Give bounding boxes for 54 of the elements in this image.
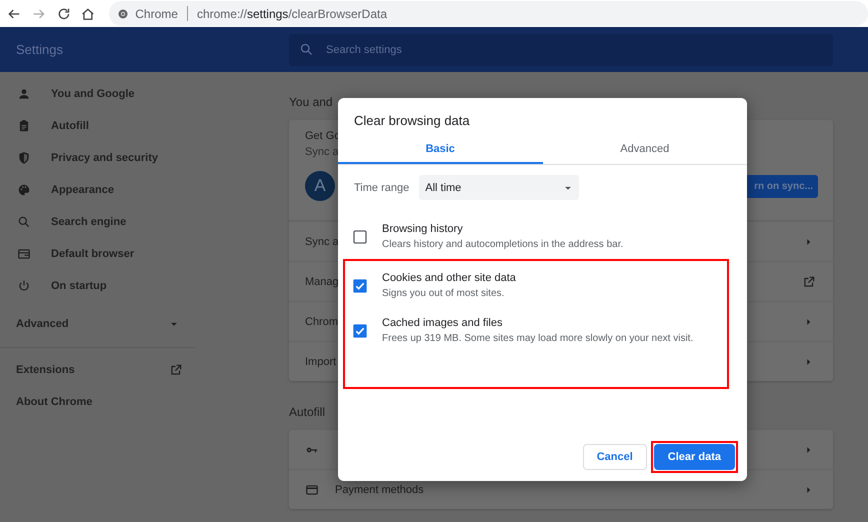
- row-label: Payment methods: [335, 484, 424, 496]
- card-subtitle: Sync a: [305, 146, 339, 158]
- option-title: Cached images and files: [382, 316, 504, 330]
- section-heading: You and: [289, 95, 334, 111]
- site-label: Chrome: [135, 6, 178, 20]
- row-label: Chrom: [305, 316, 338, 328]
- sidebar-section-toggle[interactable]: Advanced: [0, 304, 195, 344]
- url-text: chrome://settings/clearBrowserData: [196, 6, 388, 20]
- checkbox[interactable]: [352, 228, 368, 244]
- person-icon: [17, 87, 31, 101]
- sidebar-item[interactable]: Default browser: [0, 238, 195, 270]
- search-field[interactable]: Search settings: [289, 34, 833, 66]
- avatar: A: [305, 171, 335, 201]
- credit-card-icon: [305, 482, 319, 496]
- sidebar-link[interactable]: Extensions: [0, 354, 195, 386]
- dialog-title: Clear browsing data: [353, 112, 471, 130]
- option-title: Cookies and other site data: [382, 270, 516, 286]
- page-title: Settings: [16, 42, 63, 56]
- browser-window-icon: [17, 247, 31, 261]
- checkbox[interactable]: [352, 278, 368, 294]
- search-icon: [17, 215, 31, 229]
- sidebar-item[interactable]: Search engine: [0, 206, 195, 238]
- reload-icon[interactable]: [56, 6, 72, 22]
- sidebar-link[interactable]: About Chrome: [0, 386, 195, 418]
- checkbox[interactable]: [352, 322, 368, 338]
- home-icon[interactable]: [80, 6, 96, 22]
- cancel-button[interactable]: Cancel: [582, 444, 647, 470]
- option-description: Clears history and autocompletions in the address bar.: [382, 238, 624, 252]
- clipboard-icon: [17, 119, 31, 133]
- address-bar[interactable]: Chrome chrome://settings/clearBrowserData: [109, 1, 868, 26]
- row-label: Sync a: [305, 236, 339, 248]
- sidebar-item[interactable]: Appearance: [0, 174, 195, 206]
- external-link-icon: [802, 274, 816, 288]
- tab[interactable]: Basic: [338, 135, 542, 164]
- sidebar-item[interactable]: You and Google: [0, 78, 195, 110]
- search-icon: [299, 42, 314, 56]
- option-title: Browsing history: [382, 222, 464, 236]
- external-link-icon: [169, 363, 183, 377]
- field-label: Time range: [354, 182, 410, 194]
- sidebar-item[interactable]: On startup: [0, 270, 195, 302]
- shield-icon: [17, 151, 31, 165]
- option-description: Signs you out of most sites.: [382, 286, 506, 300]
- sidebar-item[interactable]: Privacy and security: [0, 142, 195, 174]
- tab[interactable]: Advanced: [542, 135, 747, 164]
- palette-icon: [17, 183, 31, 197]
- time-range-dropdown[interactable]: All time: [419, 175, 580, 200]
- site-icon: [117, 8, 130, 20]
- power-icon: [17, 279, 31, 293]
- option-description: Frees up 319 MB. Some sites may load more slowly on your next visit.: [382, 332, 694, 346]
- row-label: Manag: [305, 276, 339, 288]
- sidebar-item[interactable]: Autofill: [0, 110, 195, 142]
- clear-data-button[interactable]: Clear data: [654, 444, 735, 470]
- section-heading: Autofill: [289, 405, 326, 421]
- row-label: Import: [305, 356, 336, 368]
